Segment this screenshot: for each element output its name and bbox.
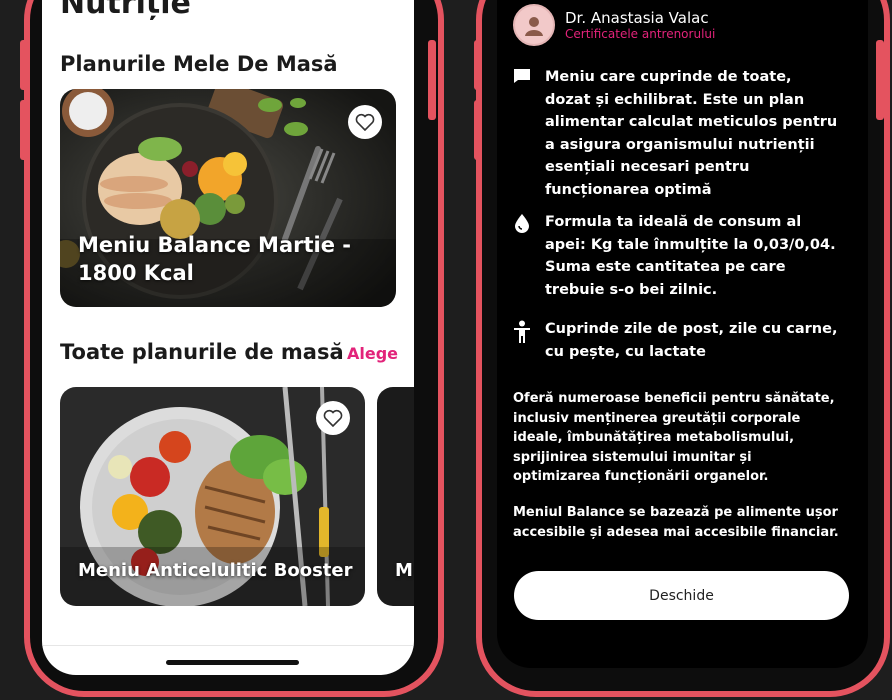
divider: [42, 645, 414, 646]
volume-button: [474, 100, 482, 160]
feature-item: Formula ta ideală de consum al apei: Kg …: [513, 211, 841, 301]
feature-item: Cuprinde zile de post, zile cu carne, cu…: [513, 318, 841, 363]
coach-name: Dr. Anastasia Valac: [565, 9, 709, 27]
volume-button: [20, 40, 28, 90]
choose-link[interactable]: Alege: [347, 344, 398, 363]
page-title: Nutriție: [60, 0, 191, 21]
feature-text: Meniu care cuprinde de toate, dozat și e…: [545, 69, 838, 198]
plan-card[interactable]: Meniu Anticelulitic Booster: [60, 387, 365, 606]
water-drop-icon: [515, 214, 529, 233]
nutrition-screen: Nutriție Planurile Mele De Masă Meniu Ba…: [42, 0, 414, 675]
person-icon: [514, 320, 530, 343]
home-indicator[interactable]: [166, 660, 299, 665]
favorite-button[interactable]: [348, 105, 382, 139]
avatar: [513, 4, 555, 46]
feature-text: Cuprinde zile de post, zile cu carne, cu…: [545, 321, 838, 360]
plan-card-title: M: [395, 560, 413, 581]
plan-card-title: Meniu Anticelulitic Booster: [78, 560, 353, 581]
open-button[interactable]: Deschide: [514, 571, 849, 620]
benefits-paragraph: Oferă numeroase beneficii pentru sănătat…: [513, 391, 835, 484]
favorite-button[interactable]: [316, 401, 350, 435]
coach-info[interactable]: Dr. Anastasia Valac Certificatele antren…: [513, 4, 715, 46]
power-button: [876, 40, 884, 120]
heart-icon: [355, 113, 375, 131]
feature-text: Formula ta ideală de consum al apei: Kg …: [545, 214, 836, 298]
coach-certificates-link[interactable]: Certificatele antrenorului: [565, 27, 715, 41]
chat-bubble-icon: [514, 69, 530, 83]
plan-card[interactable]: M: [377, 387, 414, 606]
volume-button: [474, 40, 482, 90]
heart-icon: [323, 409, 343, 427]
plan-detail-screen: Dr. Anastasia Valac Certificatele antren…: [497, 0, 868, 668]
all-plans-heading: Toate planurile de masă: [60, 340, 344, 364]
my-plans-heading: Planurile Mele De Masă: [60, 52, 338, 76]
volume-button: [20, 100, 28, 160]
featured-plan-title: Meniu Balance Martie - 1800 Kcal: [78, 233, 351, 285]
power-button: [428, 40, 436, 120]
accessibility-paragraph: Meniul Balance se bazează pe alimente uș…: [513, 505, 839, 540]
featured-plan-card[interactable]: Meniu Balance Martie - 1800 Kcal: [60, 89, 396, 307]
user-icon: [525, 17, 543, 36]
feature-item: Meniu care cuprinde de toate, dozat și e…: [513, 66, 841, 201]
